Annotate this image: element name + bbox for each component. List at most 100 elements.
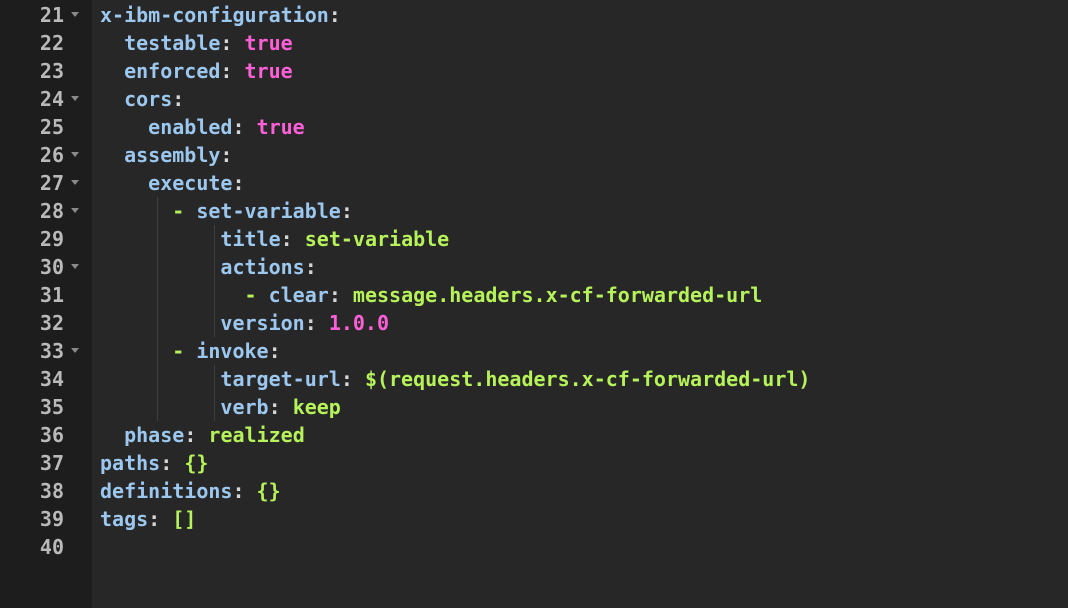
key-separator: : <box>148 507 173 531</box>
code-line[interactable]: 33 - invoke: <box>0 337 1068 365</box>
yaml-value: true <box>244 31 293 55</box>
key-separator: : <box>328 283 353 307</box>
yaml-value: keep <box>292 395 341 419</box>
code-text: version: 1.0.0 <box>100 309 389 337</box>
code-line[interactable]: 30 actions: <box>0 253 1068 281</box>
code-line[interactable]: 34 target-url: $(request.headers.x-cf-fo… <box>0 365 1068 393</box>
code-line[interactable]: 26 assembly: <box>0 141 1068 169</box>
code-line[interactable]: 36 phase: realized <box>0 421 1068 449</box>
yaml-value: realized <box>208 423 305 447</box>
chevron-down-icon[interactable] <box>71 96 79 101</box>
yaml-key: phase <box>124 423 185 447</box>
yaml-key: set-variable <box>196 199 341 223</box>
line-number: 36 <box>39 423 64 447</box>
line-number: 40 <box>39 535 64 559</box>
code-text: target-url: $(request.headers.x-cf-forwa… <box>100 365 810 393</box>
code-line[interactable]: 21 x-ibm-configuration: <box>0 1 1068 29</box>
yaml-key: enabled <box>148 115 233 139</box>
chevron-down-icon[interactable] <box>71 152 79 157</box>
key-separator: : <box>304 255 317 279</box>
code-line[interactable]: 25 enabled: true <box>0 113 1068 141</box>
code-text: paths: {} <box>100 449 208 477</box>
code-line[interactable]: 27 execute: <box>0 169 1068 197</box>
code-text: verb: keep <box>100 393 341 421</box>
code-line[interactable]: 23 enforced: true <box>0 57 1068 85</box>
list-dash: - <box>244 283 269 307</box>
code-text: definitions: {} <box>100 477 281 505</box>
line-number: 33 <box>39 339 64 363</box>
chevron-down-icon[interactable] <box>71 264 79 269</box>
code-line[interactable]: 32 version: 1.0.0 <box>0 309 1068 337</box>
code-editor[interactable]: 21 x-ibm-configuration: 22 testable: true 2… <box>0 0 1068 608</box>
yaml-key: clear <box>268 283 329 307</box>
line-number: 23 <box>39 59 64 83</box>
yaml-value: {} <box>256 479 281 503</box>
chevron-down-icon[interactable] <box>71 180 79 185</box>
line-number: 29 <box>39 227 64 251</box>
yaml-value: true <box>244 59 293 83</box>
code-text: - clear: message.headers.x-cf-forwarded-… <box>100 281 763 309</box>
yaml-key: assembly <box>124 143 221 167</box>
line-number: 31 <box>39 283 64 307</box>
key-separator: : <box>340 367 365 391</box>
code-line[interactable]: 40 <box>0 533 1068 561</box>
line-number: 37 <box>39 451 64 475</box>
yaml-key: actions <box>220 255 305 279</box>
key-separator: : <box>220 31 245 55</box>
yaml-value: [] <box>172 507 197 531</box>
code-line[interactable]: 29 title: set-variable <box>0 225 1068 253</box>
key-separator: : <box>232 479 257 503</box>
code-line[interactable]: 39 tags: [] <box>0 505 1068 533</box>
yaml-key: enforced <box>124 59 221 83</box>
key-separator: : <box>268 339 281 363</box>
code-line[interactable]: 37 paths: {} <box>0 449 1068 477</box>
list-dash: - <box>172 199 197 223</box>
chevron-down-icon[interactable] <box>71 348 79 353</box>
chevron-down-icon[interactable] <box>71 208 79 213</box>
yaml-value: $(request.headers.x-cf-forwarded-url) <box>364 367 811 391</box>
code-text: - set-variable: <box>100 197 353 225</box>
yaml-key: version <box>220 311 305 335</box>
yaml-key: tags <box>100 507 149 531</box>
line-number: 25 <box>39 115 64 139</box>
code-line[interactable]: 38 definitions: {} <box>0 477 1068 505</box>
code-text: cors: <box>100 85 184 113</box>
yaml-value: message.headers.x-cf-forwarded-url <box>352 283 763 307</box>
code-line[interactable]: 31 - clear: message.headers.x-cf-forward… <box>0 281 1068 309</box>
key-separator: : <box>220 143 233 167</box>
chevron-down-icon[interactable] <box>71 12 79 17</box>
code-line[interactable]: 35 verb: keep <box>0 393 1068 421</box>
line-number: 26 <box>39 143 64 167</box>
yaml-key: definitions <box>100 479 233 503</box>
list-dash: - <box>172 339 197 363</box>
key-separator: : <box>172 87 185 111</box>
yaml-value: {} <box>184 451 209 475</box>
yaml-key: invoke <box>196 339 269 363</box>
code-line[interactable]: 28 - set-variable: <box>0 197 1068 225</box>
yaml-key: execute <box>148 171 233 195</box>
key-separator: : <box>280 227 305 251</box>
code-text: enforced: true <box>100 57 293 85</box>
yaml-key: title <box>220 227 281 251</box>
key-separator: : <box>160 451 185 475</box>
line-number: 39 <box>39 507 64 531</box>
yaml-key: testable <box>124 31 221 55</box>
code-line[interactable]: 22 testable: true <box>0 29 1068 57</box>
code-line[interactable]: 24 cors: <box>0 85 1068 113</box>
line-number: 32 <box>39 311 64 335</box>
yaml-key: target-url <box>220 367 341 391</box>
yaml-value: true <box>256 115 305 139</box>
line-number: 35 <box>39 395 64 419</box>
